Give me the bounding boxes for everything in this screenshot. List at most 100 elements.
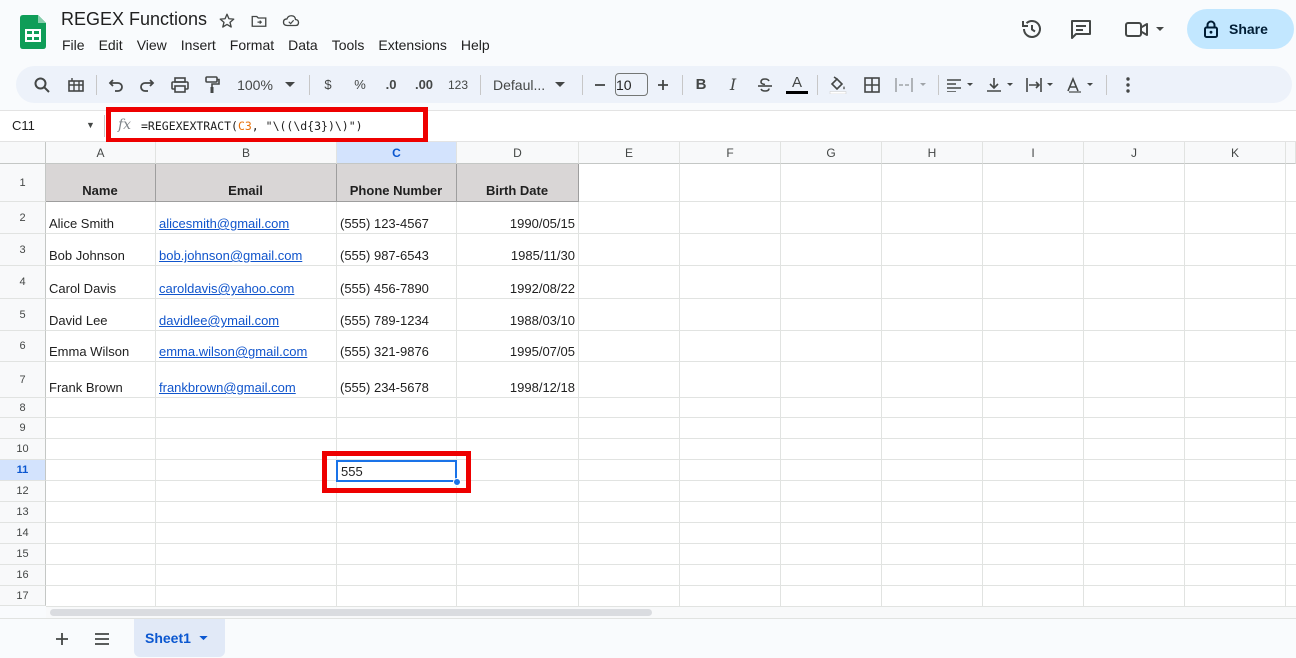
row-header-11[interactable]: 11 (0, 460, 46, 481)
text-rotation-icon[interactable] (1064, 66, 1098, 103)
add-sheet-icon[interactable] (52, 629, 72, 649)
table-cell[interactable]: Bob Johnson (46, 234, 156, 266)
row-header-12[interactable]: 12 (0, 481, 46, 502)
more-formats-button[interactable]: 123 (444, 66, 472, 103)
header-cell-birth-date[interactable]: Birth Date (457, 164, 579, 202)
header-cell-name[interactable]: Name (46, 164, 156, 202)
column-header-i[interactable]: I (983, 142, 1084, 164)
version-history-icon[interactable] (1019, 16, 1045, 42)
merge-cells-icon[interactable] (892, 66, 932, 103)
currency-format-button[interactable]: $ (316, 66, 340, 103)
star-icon[interactable] (217, 11, 237, 31)
italic-button[interactable]: I (721, 66, 745, 103)
row-header-3[interactable]: 3 (0, 234, 46, 266)
table-cell[interactable]: Alice Smith (46, 202, 156, 234)
menu-file[interactable]: File (55, 36, 92, 54)
menu-extensions[interactable]: Extensions (371, 36, 453, 54)
undo-icon[interactable] (104, 66, 128, 103)
meet-camera-icon[interactable] (1122, 16, 1168, 42)
column-header-f[interactable]: F (680, 142, 781, 164)
print-icon[interactable] (168, 66, 192, 103)
document-title[interactable]: REGEX Functions (61, 9, 207, 30)
table-cell[interactable]: (555) 123-4567 (337, 202, 457, 234)
row-header-16[interactable]: 16 (0, 565, 46, 586)
all-sheets-menu-icon[interactable] (92, 629, 112, 649)
header-cell-phone[interactable]: Phone Number (337, 164, 457, 202)
row-header-14[interactable]: 14 (0, 523, 46, 544)
table-cell[interactable]: (555) 321-9876 (337, 331, 457, 362)
column-header-h[interactable]: H (882, 142, 983, 164)
decrease-font-size-button[interactable] (590, 66, 610, 103)
email-link[interactable]: bob.johnson@gmail.com (156, 234, 337, 266)
menu-insert[interactable]: Insert (174, 36, 223, 54)
column-header-d[interactable]: D (457, 142, 579, 164)
column-header-k[interactable]: K (1185, 142, 1286, 164)
table-cell[interactable]: (555) 234-5678 (337, 362, 457, 398)
decrease-decimal-button[interactable]: .0 (378, 66, 404, 103)
strikethrough-icon[interactable] (753, 66, 777, 103)
menu-help[interactable]: Help (454, 36, 497, 54)
row-header-10[interactable]: 10 (0, 439, 46, 460)
text-color-button[interactable]: A (785, 66, 809, 103)
row-header-17[interactable]: 17 (0, 586, 46, 606)
sheet-tab-sheet1[interactable]: Sheet1 (134, 619, 225, 657)
comments-icon[interactable] (1068, 16, 1094, 42)
row-header-2[interactable]: 2 (0, 202, 46, 234)
email-link[interactable]: frankbrown@gmail.com (156, 362, 337, 398)
row-header-9[interactable]: 9 (0, 418, 46, 439)
text-wrapping-icon[interactable] (1024, 66, 1058, 103)
table-cell[interactable]: David Lee (46, 299, 156, 331)
table-cell[interactable]: (555) 789-1234 (337, 299, 457, 331)
horizontal-scrollbar[interactable] (46, 606, 1296, 618)
table-cell[interactable]: 1992/08/22 (457, 266, 579, 299)
name-box[interactable]: C11 (12, 118, 35, 133)
email-link[interactable]: alicesmith@gmail.com (156, 202, 337, 234)
column-header-c[interactable]: C (337, 142, 457, 164)
table-cell[interactable]: 1995/07/05 (457, 331, 579, 362)
table-cell[interactable]: Emma Wilson (46, 331, 156, 362)
email-link[interactable]: davidlee@ymail.com (156, 299, 337, 331)
bold-button[interactable]: B (689, 66, 713, 103)
table-cell[interactable]: Carol Davis (46, 266, 156, 299)
column-header-l[interactable] (1286, 142, 1296, 164)
menu-format[interactable]: Format (223, 36, 281, 54)
share-button[interactable]: Share (1187, 9, 1294, 49)
select-all-corner[interactable] (0, 142, 46, 164)
column-header-a[interactable]: A (46, 142, 156, 164)
table-cell[interactable]: (555) 456-7890 (337, 266, 457, 299)
sheet-tools-icon[interactable] (64, 66, 88, 103)
increase-decimal-button[interactable]: .00 (410, 66, 438, 103)
column-header-e[interactable]: E (579, 142, 680, 164)
zoom-select[interactable]: 100% (231, 66, 301, 103)
menu-tools[interactable]: Tools (325, 36, 372, 54)
table-cell[interactable]: 1985/11/30 (457, 234, 579, 266)
row-header-4[interactable]: 4 (0, 266, 46, 299)
row-header-13[interactable]: 13 (0, 502, 46, 523)
cloud-status-icon[interactable] (281, 11, 301, 31)
vertical-align-icon[interactable] (984, 66, 1018, 103)
font-size-input[interactable] (615, 73, 648, 96)
email-link[interactable]: emma.wilson@gmail.com (156, 331, 337, 362)
row-header-5[interactable]: 5 (0, 299, 46, 331)
menu-view[interactable]: View (130, 36, 174, 54)
paint-format-icon[interactable] (200, 66, 224, 103)
scrollbar-thumb[interactable] (50, 609, 652, 616)
percent-format-button[interactable]: % (348, 66, 372, 103)
table-cell[interactable]: Frank Brown (46, 362, 156, 398)
menu-edit[interactable]: Edit (92, 36, 130, 54)
row-header-1[interactable]: 1 (0, 164, 46, 202)
cell-grid[interactable]: Name Email Phone Number Birth Date Alice… (46, 164, 1296, 606)
table-cell[interactable]: 1998/12/18 (457, 362, 579, 398)
column-header-j[interactable]: J (1084, 142, 1185, 164)
row-header-6[interactable]: 6 (0, 331, 46, 362)
horizontal-align-icon[interactable] (944, 66, 978, 103)
fill-color-icon[interactable] (826, 66, 850, 103)
redo-icon[interactable] (135, 66, 159, 103)
table-cell[interactable]: 1988/03/10 (457, 299, 579, 331)
table-cell[interactable]: (555) 987-6543 (337, 234, 457, 266)
header-cell-email[interactable]: Email (156, 164, 337, 202)
column-header-g[interactable]: G (781, 142, 882, 164)
menu-data[interactable]: Data (281, 36, 325, 54)
move-folder-icon[interactable] (249, 11, 269, 31)
sheets-logo-icon[interactable] (20, 15, 46, 49)
